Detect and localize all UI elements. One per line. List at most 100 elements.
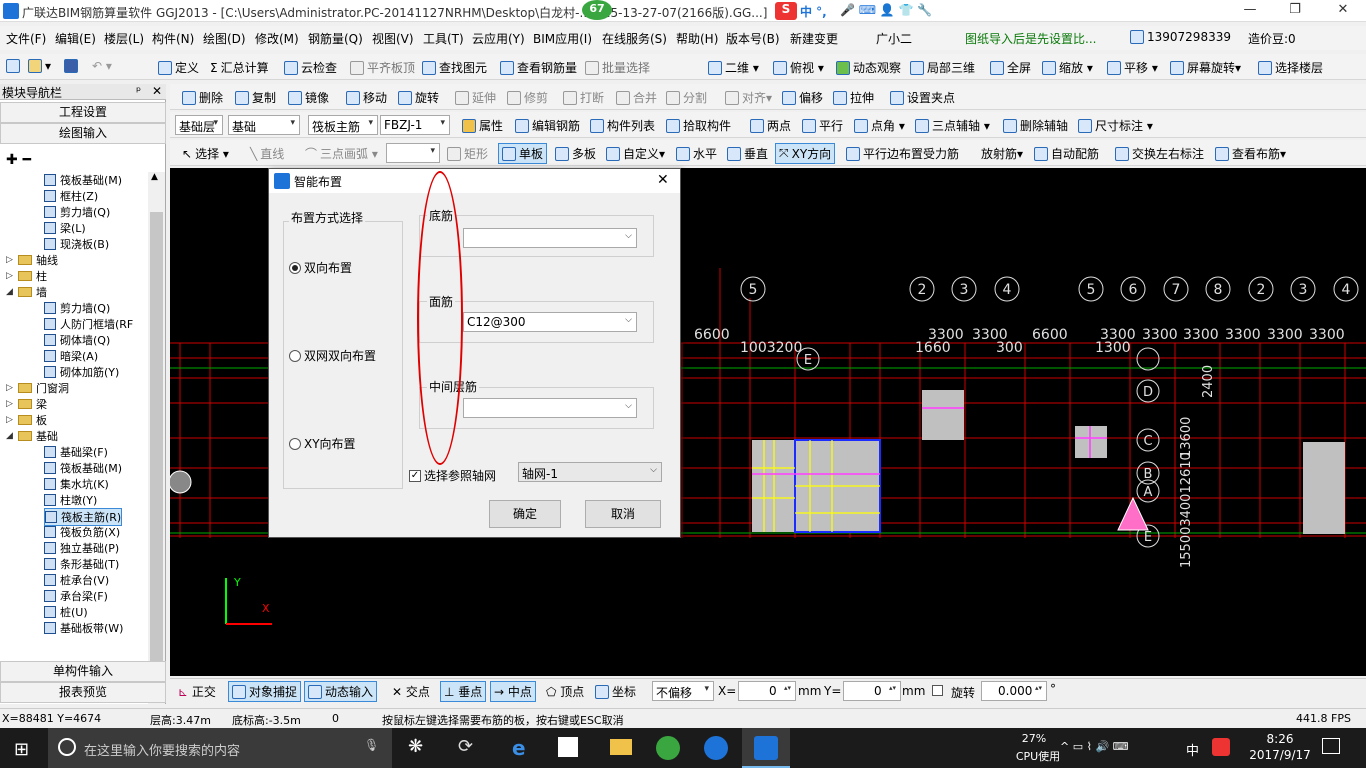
mirror-button[interactable]: 镜像 xyxy=(288,89,329,106)
tree-folder[interactable]: ◢ 基础 xyxy=(6,428,58,444)
tree-item[interactable]: 基础梁(F) xyxy=(44,444,108,460)
x-offset-input[interactable]: 0 ▴▾ xyxy=(738,681,796,701)
copy-button[interactable]: 复制 xyxy=(235,89,276,106)
split-button[interactable]: 分割 xyxy=(666,89,707,106)
draw-mode-select[interactable]: ▾ xyxy=(386,143,440,163)
menu-new-change[interactable]: 新建变更 xyxy=(790,30,838,47)
report-preview-button[interactable]: 报表预览 xyxy=(0,682,166,703)
tree-item[interactable]: 梁(L) xyxy=(44,220,86,236)
notification-badge[interactable]: 67 xyxy=(582,0,612,20)
find-element-button[interactable]: 查找图元 xyxy=(422,59,487,76)
save-icon[interactable] xyxy=(64,59,81,73)
taskbar-search-box[interactable]: 在这里输入你要搜索的内容 🎙 xyxy=(48,728,392,768)
store-icon[interactable] xyxy=(558,737,578,757)
menu-file[interactable]: 文件(F) xyxy=(6,30,46,47)
snap-midpoint[interactable]: → 中点 xyxy=(490,681,536,702)
parallel-axis-button[interactable]: 平行 xyxy=(802,117,843,134)
offset-select[interactable]: 不偏移 ▾ xyxy=(652,681,714,701)
delete-axis-button[interactable]: 删除辅轴 xyxy=(1003,117,1068,134)
rectangle-button[interactable]: 矩形 xyxy=(447,145,488,162)
menu-edit[interactable]: 编辑(E) xyxy=(55,30,96,47)
close-button[interactable]: ✕ xyxy=(1333,2,1353,20)
edge-browser-icon[interactable]: e xyxy=(512,736,526,760)
set-grip-button[interactable]: 设置夹点 xyxy=(890,89,955,106)
radio-double-net[interactable]: 双网双向布置 xyxy=(289,347,376,364)
menu-version[interactable]: 版本号(B) xyxy=(726,30,780,47)
top-rebar-select[interactable]: C12@300 ⌵ xyxy=(463,312,637,332)
tree-item[interactable]: 现浇板(B) xyxy=(44,236,109,252)
middle-rebar-select[interactable]: ⌵ xyxy=(463,398,637,418)
tree-item[interactable]: 桩承台(V) xyxy=(44,572,109,588)
windows-start-icon[interactable]: ⊞ xyxy=(14,739,29,760)
rotate-checkbox[interactable] xyxy=(932,685,943,696)
dialog-close-button[interactable]: ✕ xyxy=(657,172,669,188)
ok-button[interactable]: 确定 xyxy=(489,500,561,528)
tree-item[interactable]: 人防门框墙(RF xyxy=(44,316,133,332)
dynamic-input-toggle[interactable]: 动态输入 xyxy=(304,681,378,702)
nav-close-icon[interactable]: ✕ xyxy=(152,84,162,98)
tree-toggle-icon[interactable]: ▷ xyxy=(6,255,16,265)
arc-dropdown[interactable]: ⌒ 三点画弧 ▾ xyxy=(305,145,378,162)
trim-button[interactable]: 修剪 xyxy=(507,89,548,106)
type-select[interactable]: 筏板主筋 ▾ xyxy=(308,115,378,135)
project-settings-button[interactable]: 工程设置 xyxy=(0,102,166,123)
define-button[interactable]: 定义 xyxy=(158,59,199,76)
tree-item[interactable]: 框柱(Z) xyxy=(44,188,98,204)
tree-folder[interactable]: ▷ 门窗洞 xyxy=(6,380,69,396)
tree-item[interactable]: 柱墩(Y) xyxy=(44,492,97,508)
stretch-button[interactable]: 拉伸 xyxy=(833,89,874,106)
ortho-toggle[interactable]: ⊾ 正交 xyxy=(178,683,216,700)
tree-folder[interactable]: ▷ 梁 xyxy=(6,396,47,412)
batch-select-button[interactable]: 批量选择 xyxy=(585,59,650,76)
file-explorer-icon[interactable] xyxy=(610,739,632,755)
multi-slab-button[interactable]: 多板 xyxy=(555,145,596,162)
tree-item[interactable]: 承台梁(F) xyxy=(44,588,108,604)
user-account[interactable]: 13907298339 xyxy=(1130,30,1231,44)
tree-item[interactable]: 剪力墙(Q) xyxy=(44,204,110,220)
tree-item[interactable]: 筏板负筋(X) xyxy=(44,524,120,540)
clock-time[interactable]: 8:26 xyxy=(1256,732,1304,746)
break-button[interactable]: 打断 xyxy=(563,89,604,106)
sogou-ime-icon[interactable]: S xyxy=(775,2,797,20)
menu-view[interactable]: 视图(V) xyxy=(372,30,414,47)
horizontal-button[interactable]: 水平 xyxy=(676,145,717,162)
radio-bidirectional[interactable]: 双向布置 xyxy=(289,259,352,276)
tree-folder[interactable]: ◢ 墙 xyxy=(6,284,47,300)
screen-rotate-dropdown[interactable]: 屏幕旋转 ▾ xyxy=(1170,59,1241,76)
tray-icons[interactable]: ^ ▭ ⌇ 🔊 ⌨ xyxy=(1060,740,1129,753)
zoom-dropdown[interactable]: 缩放 ▾ xyxy=(1042,59,1093,76)
extend-button[interactable]: 延伸 xyxy=(455,89,496,106)
tree-item[interactable]: 独立基础(P) xyxy=(44,540,119,556)
tree-toggle-icon[interactable]: ▷ xyxy=(6,383,16,393)
spinner-icon[interactable]: ▴▾ xyxy=(889,684,896,692)
undo-icon[interactable]: ↶ ▾ xyxy=(92,59,112,73)
tree-item[interactable]: 筏板基础(M) xyxy=(44,172,122,188)
vertical-button[interactable]: 垂直 xyxy=(727,145,768,162)
tree-folder[interactable]: ▷ 板 xyxy=(6,412,47,428)
top-view-dropdown[interactable]: 俯视 ▾ xyxy=(773,59,824,76)
ref-axis-checkbox[interactable]: ✓ 选择参照轴网 xyxy=(409,467,496,484)
properties-button[interactable]: 属性 xyxy=(462,117,503,134)
new-file-icon[interactable] xyxy=(6,59,23,73)
delete-button[interactable]: 删除 xyxy=(182,89,223,106)
menu-assistant[interactable]: 广小二 xyxy=(876,30,912,47)
bottom-rebar-select[interactable]: ⌵ xyxy=(463,228,637,248)
category-select[interactable]: 基础 ▾ xyxy=(228,115,300,135)
single-slab-button[interactable]: 单板 xyxy=(498,143,548,164)
tree-item[interactable]: 集水坑(K) xyxy=(44,476,109,492)
rotate-input[interactable]: 0.000 ▴▾ xyxy=(981,681,1047,701)
ref-axis-select[interactable]: 轴网-1 ⌵ xyxy=(518,462,662,482)
merge-button[interactable]: 合并 xyxy=(616,89,657,106)
xy-direction-button[interactable]: ⤧ XY方向 xyxy=(775,143,836,164)
app-swirl-icon[interactable]: ⟳ xyxy=(458,736,473,757)
menu-rebar-qty[interactable]: 钢筋量(Q) xyxy=(308,30,363,47)
open-file-icon[interactable]: ▾ xyxy=(28,59,51,73)
align-dropdown[interactable]: 对齐 ▾ xyxy=(725,89,772,106)
tree-item[interactable]: 筏板基础(M) xyxy=(44,460,122,476)
menu-draw[interactable]: 绘图(D) xyxy=(203,30,246,47)
scroll-up-icon[interactable]: ▲ xyxy=(151,172,158,182)
radio-xy[interactable]: XY向布置 xyxy=(289,435,356,452)
notice-text[interactable]: 图纸导入后是先设置比... xyxy=(965,30,1096,47)
cost-bean[interactable]: 造价豆:0 xyxy=(1248,30,1296,47)
ime-tool-icons[interactable]: 🎤 ⌨ 👤 👕 🔧 xyxy=(840,3,932,17)
